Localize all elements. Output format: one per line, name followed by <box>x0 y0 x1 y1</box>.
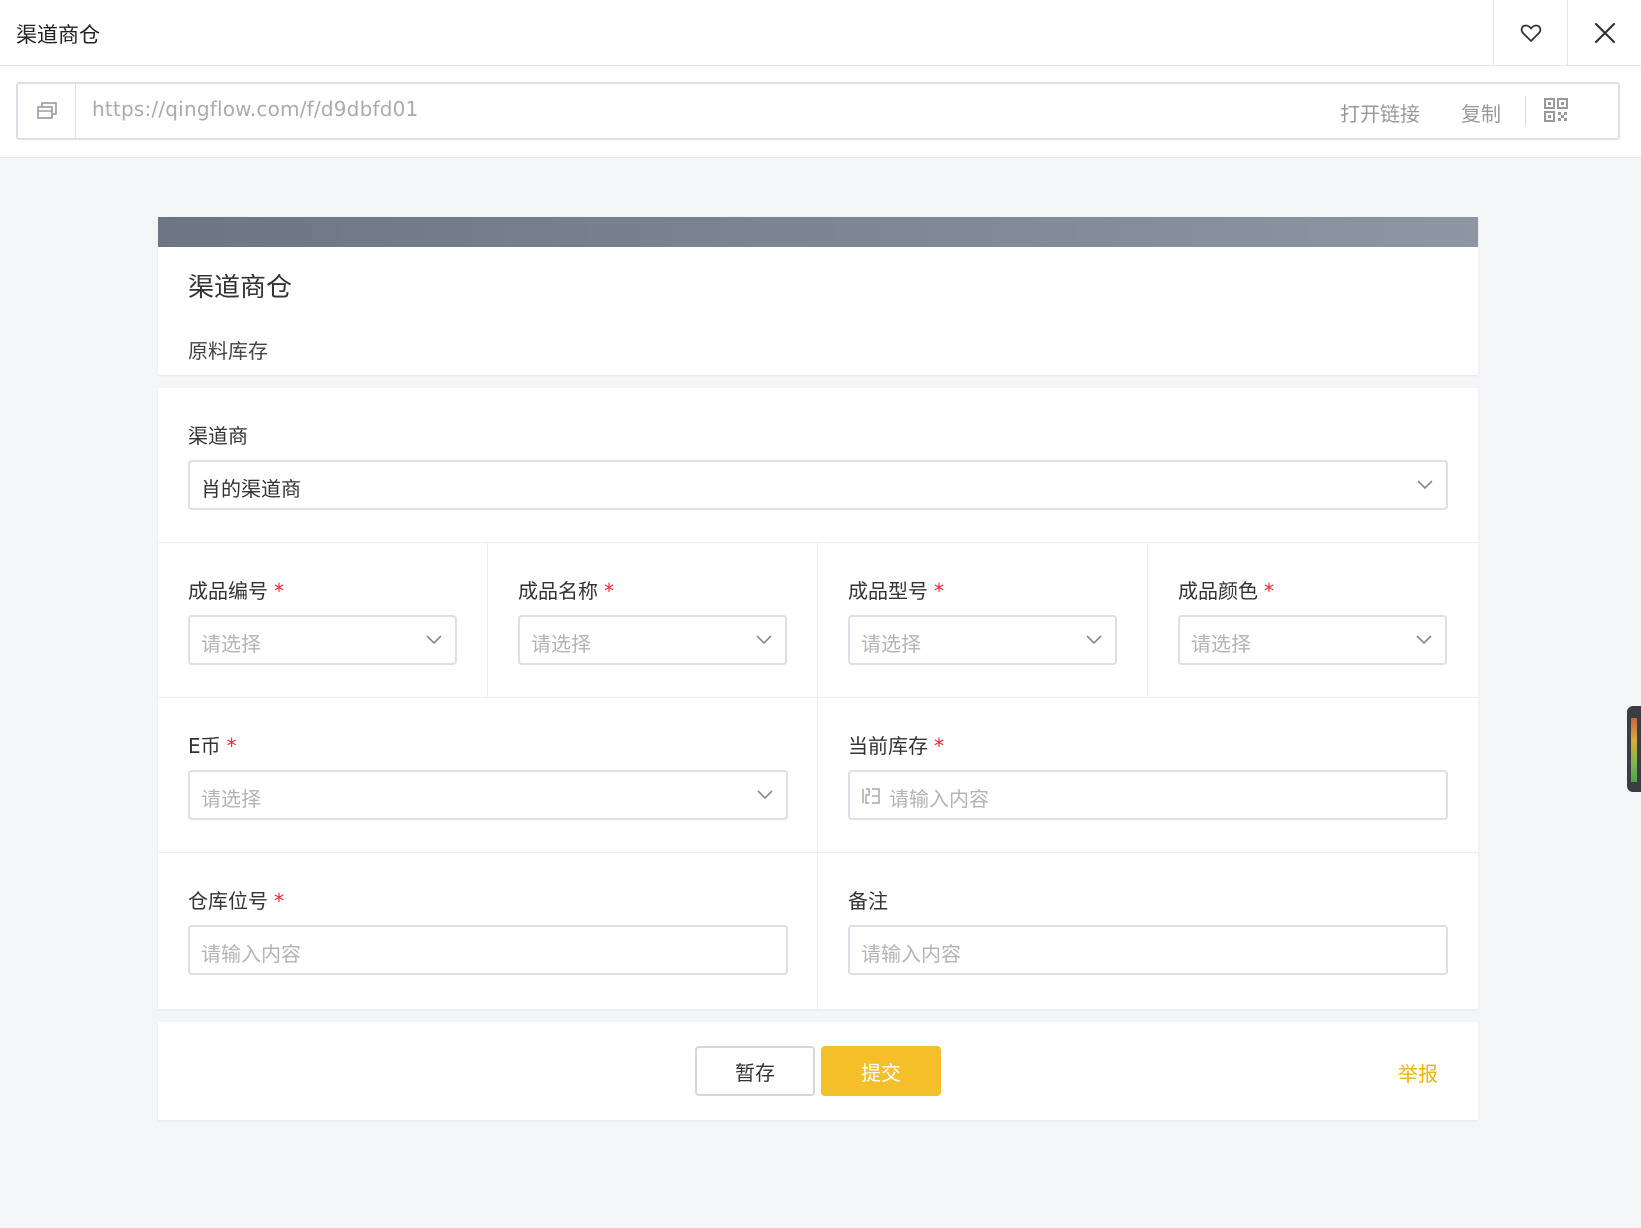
field-label: 成品编号 * <box>188 579 284 603</box>
field-label: 成品颜色 * <box>1178 579 1274 603</box>
number-icon <box>862 788 880 804</box>
location-no-input[interactable]: 请输入内容 <box>188 925 788 975</box>
select-placeholder: 请选择 <box>201 787 261 811</box>
qrcode-icon <box>1544 98 1568 122</box>
field-current-stock: 当前库存 * 请输入内容 <box>818 698 1478 853</box>
dealer-select[interactable]: 肖的渠道商 <box>188 460 1448 510</box>
title-bar: 渠道商仓 <box>0 0 1641 66</box>
chevron-down-icon <box>756 635 772 645</box>
field-product-no: 成品编号 * 请选择 <box>158 543 488 698</box>
chevron-down-icon <box>1417 480 1433 490</box>
select-placeholder: 请选择 <box>861 632 921 656</box>
select-placeholder: 请选择 <box>531 632 591 656</box>
save-draft-button[interactable]: 暂存 <box>695 1046 815 1096</box>
close-button[interactable] <box>1567 0 1641 66</box>
form-footer: 暂存 提交 举报 <box>158 1022 1478 1120</box>
report-link[interactable]: 举报 <box>1398 1058 1438 1087</box>
current-stock-input[interactable]: 请输入内容 <box>848 770 1448 820</box>
field-label: 当前库存 * <box>848 734 944 758</box>
field-label: 备注 <box>848 889 888 913</box>
select-placeholder: 请选择 <box>201 632 261 656</box>
link-url[interactable]: https://qingflow.com/f/d9dbfd01 <box>92 97 418 121</box>
product-color-select[interactable]: 请选择 <box>1178 615 1447 665</box>
link-prefix <box>18 84 76 138</box>
required-mark: * <box>274 889 284 913</box>
copy-link-button[interactable]: 复制 <box>1461 98 1501 127</box>
side-floating-widget[interactable] <box>1627 706 1641 792</box>
select-placeholder: 请选择 <box>1191 632 1251 656</box>
close-icon <box>1594 22 1615 44</box>
field-label: 成品名称 * <box>518 579 614 603</box>
product-name-select[interactable]: 请选择 <box>518 615 787 665</box>
field-location-no: 仓库位号 * 请输入内容 <box>158 853 818 1009</box>
divider <box>1525 96 1526 126</box>
required-mark: * <box>934 734 944 758</box>
chevron-down-icon <box>426 635 442 645</box>
field-label: 渠道商 <box>188 424 248 448</box>
dealer-value: 肖的渠道商 <box>201 477 301 501</box>
field-product-name: 成品名称 * 请选择 <box>488 543 818 698</box>
field-label: 成品型号 * <box>848 579 944 603</box>
field-remark: 备注 请输入内容 <box>818 853 1478 1009</box>
product-no-select[interactable]: 请选择 <box>188 615 457 665</box>
required-mark: * <box>604 579 614 603</box>
chevron-down-icon <box>1416 635 1432 645</box>
field-label: E币 * <box>188 734 237 758</box>
field-product-color: 成品颜色 * 请选择 <box>1148 543 1478 698</box>
chevron-down-icon <box>1086 635 1102 645</box>
required-mark: * <box>274 579 284 603</box>
link-box: https://qingflow.com/f/d9dbfd01 打开链接 复制 <box>16 82 1620 140</box>
field-label: 仓库位号 * <box>188 889 284 913</box>
required-mark: * <box>226 734 237 758</box>
input-placeholder: 请输入内容 <box>201 942 301 966</box>
field-e-coin: E币 * 请选择 <box>158 698 818 853</box>
field-product-model: 成品型号 * 请选择 <box>818 543 1148 698</box>
required-mark: * <box>934 579 944 603</box>
form-body: 渠道商 肖的渠道商 成品编号 * 请选择 成品名称 * 请选择 成品型号 * 请选择 … <box>158 388 1478 1009</box>
form-header: 渠道商仓 原料库存 <box>158 217 1478 375</box>
favorite-button[interactable] <box>1493 0 1567 66</box>
e-coin-select[interactable]: 请选择 <box>188 770 788 820</box>
input-placeholder: 请输入内容 <box>861 942 961 966</box>
chevron-down-icon <box>757 790 773 800</box>
qrcode-button[interactable] <box>1544 98 1568 126</box>
product-model-select[interactable]: 请选择 <box>848 615 1117 665</box>
open-link-button[interactable]: 打开链接 <box>1340 98 1420 127</box>
window-icon <box>36 102 57 119</box>
form-title: 渠道商仓 <box>188 273 293 303</box>
level-bar-icon <box>1631 718 1637 782</box>
submit-button[interactable]: 提交 <box>821 1046 941 1096</box>
share-link-bar: https://qingflow.com/f/d9dbfd01 打开链接 复制 <box>0 66 1641 158</box>
heart-icon <box>1520 24 1541 42</box>
required-mark: * <box>1264 579 1274 603</box>
form-description: 原料库存 <box>188 339 268 363</box>
remark-input[interactable]: 请输入内容 <box>848 925 1448 975</box>
form-banner <box>158 217 1478 247</box>
window-title: 渠道商仓 <box>16 23 100 47</box>
field-dealer: 渠道商 肖的渠道商 <box>158 388 1478 543</box>
input-placeholder: 请输入内容 <box>889 787 989 811</box>
